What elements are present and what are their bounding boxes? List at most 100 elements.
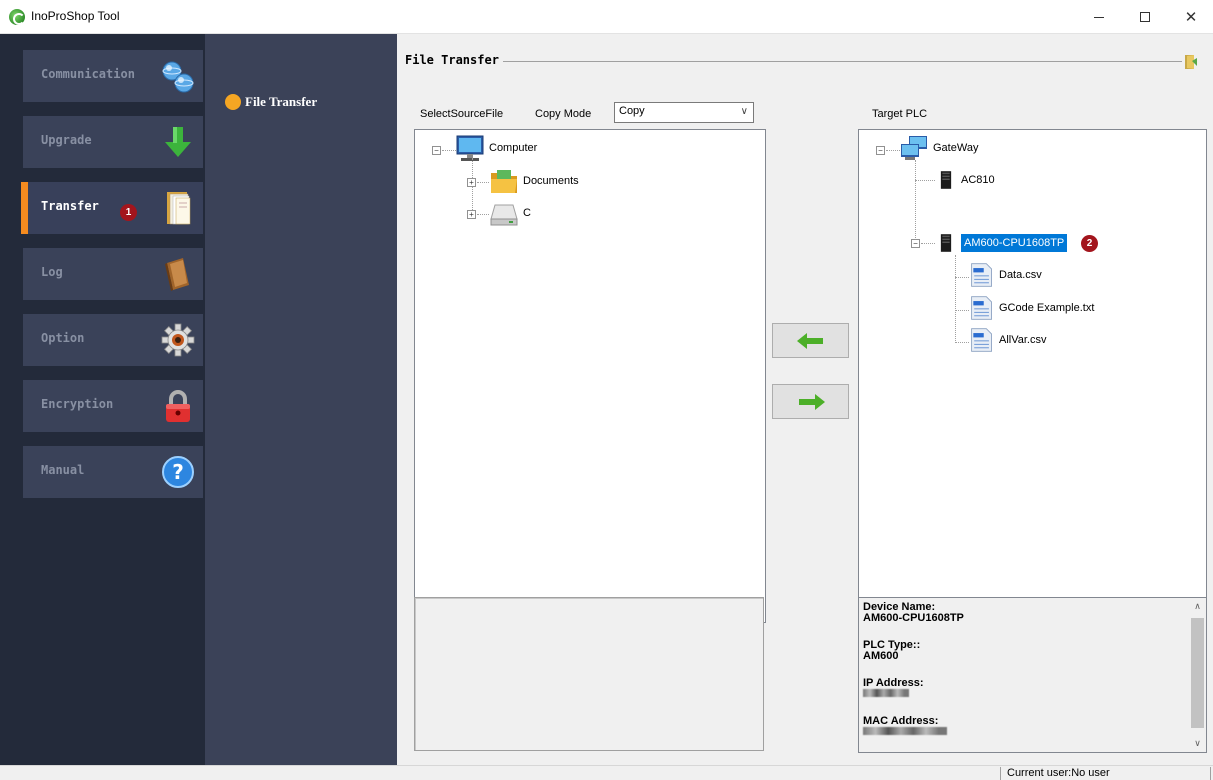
collapse-toggle[interactable]: − [911,239,920,248]
nav-item-manual[interactable]: Manual ? [23,446,203,498]
tree-node-label: AllVar.csv [999,334,1047,346]
source-info-panel [414,597,764,751]
tree-node-label: GCode Example.txt [999,302,1095,314]
right-arrow-icon [798,393,825,410]
close-icon: ✕ [1184,9,1198,26]
section-divider [497,61,1182,62]
copy-mode-value: Copy [619,105,645,117]
green-down-arrow-icon [165,127,191,157]
svg-text:?: ? [172,460,184,484]
help-icon: ? [162,456,194,488]
computer-icon [456,135,484,161]
plc-type-value: AM600 [863,650,899,662]
transfer-to-target-button[interactable] [772,384,849,419]
expand-toggle[interactable]: + [467,210,476,219]
exit-icon[interactable] [1184,54,1198,70]
tree-node-label: GateWay [933,142,979,154]
tree-node-documents[interactable]: Documents [489,167,579,195]
active-indicator [21,182,28,234]
tree-line [477,182,489,183]
lock-icon [166,390,190,422]
left-arrow-icon [796,332,823,349]
tree-node-am600[interactable]: AM600-CPU1608TP [935,229,1068,257]
nav-item-label: Encryption [41,397,114,411]
tree-node-file[interactable]: GCode Example.txt [969,294,1094,322]
collapse-toggle[interactable]: − [876,146,885,155]
nav-item-log[interactable]: Log [23,248,203,300]
collapse-toggle[interactable]: − [432,146,441,155]
tree-node-gateway[interactable]: GateWay [899,134,978,162]
subnav-item-file-transfer[interactable]: File Transfer [225,94,317,110]
chevron-down-icon: ∨ [740,106,748,117]
status-separator [1000,767,1001,780]
main-content: File Transfer SelectSourceFile Copy Mode… [397,34,1213,765]
copy-mode-select[interactable]: Copy ∨ [614,102,754,123]
nav-item-label: Communication [41,67,135,81]
tree-line [477,214,489,215]
tree-node-computer[interactable]: Computer [455,134,537,162]
tree-line [955,255,956,343]
nav-item-label: Upgrade [41,133,92,147]
tree-line [955,277,969,278]
tree-line [955,310,969,311]
window-title: InoProShop Tool [31,9,120,23]
device-info-panel[interactable]: Device Name: AM600-CPU1608TP PLC Type:: … [858,597,1207,753]
tree-node-file[interactable]: AllVar.csv [969,326,1046,354]
drive-icon [490,204,518,226]
maximize-button[interactable] [1122,0,1168,34]
plc-device-icon [940,171,952,189]
log-book-icon [165,258,189,291]
info-scrollbar[interactable]: ∧ ∨ [1189,598,1206,752]
nav-item-upgrade[interactable]: Upgrade [23,116,203,168]
close-button[interactable]: ✕ [1168,0,1213,34]
nav-item-label: Log [41,265,63,279]
plc-device-icon [940,234,952,252]
scroll-up-icon[interactable]: ∧ [1189,598,1206,615]
tree-node-label: Documents [523,175,579,187]
scroll-thumb[interactable] [1191,618,1204,728]
sub-nav: File Transfer [205,34,397,765]
network-computers-icon [901,136,927,160]
nav-item-encryption[interactable]: Encryption [23,380,203,432]
nav-item-label: Transfer [41,199,99,213]
tree-node-label: C [523,207,531,219]
tree-line [915,160,916,240]
copy-mode-label: Copy Mode [535,108,592,120]
tree-node-label: AC810 [961,174,995,186]
main-nav: Communication Upgrade Transfer 1 Log Opt… [0,34,205,765]
minimize-button[interactable] [1076,0,1122,34]
current-user-status: Current user:No user [1007,767,1110,779]
step-badge: 2 [1081,235,1098,252]
scroll-down-icon[interactable]: ∨ [1189,735,1206,752]
source-file-label: SelectSourceFile [420,108,504,120]
target-plc-label: Target PLC [872,108,928,120]
section-title: File Transfer [405,53,503,67]
maximize-icon [1140,12,1150,22]
nav-item-option[interactable]: Option [23,314,203,366]
tree-line [886,150,900,151]
nav-item-communication[interactable]: Communication [23,50,203,102]
nav-item-label: Manual [41,463,85,477]
folder-files-icon [167,192,191,225]
tree-line [915,180,935,181]
tree-node-drive-c[interactable]: C [489,199,531,227]
tree-line [472,158,473,218]
subnav-item-label: File Transfer [245,94,318,109]
folder-icon [491,170,517,193]
nav-item-transfer[interactable]: Transfer 1 [21,182,203,234]
status-separator [1210,767,1211,780]
mac-address-label: MAC Address: [863,715,939,727]
ip-address-value [863,689,909,700]
tree-node-ac810[interactable]: AC810 [935,166,995,194]
target-plc-tree[interactable]: − GateWay AC810 − AM600-CPU1608TP 2 Data… [858,129,1207,623]
expand-toggle[interactable]: + [467,178,476,187]
source-tree[interactable]: − Computer + Documents + C [414,129,766,623]
bullet-icon [225,94,241,110]
tree-node-file[interactable]: Data.csv [969,261,1042,289]
app-window: InoProShop Tool ✕ Communication Upgrade [0,0,1213,780]
transfer-to-source-button[interactable] [772,323,849,358]
document-icon [971,328,992,352]
tree-line [921,243,935,244]
document-icon [971,263,992,287]
status-bar: Current user:No user [0,765,1213,780]
